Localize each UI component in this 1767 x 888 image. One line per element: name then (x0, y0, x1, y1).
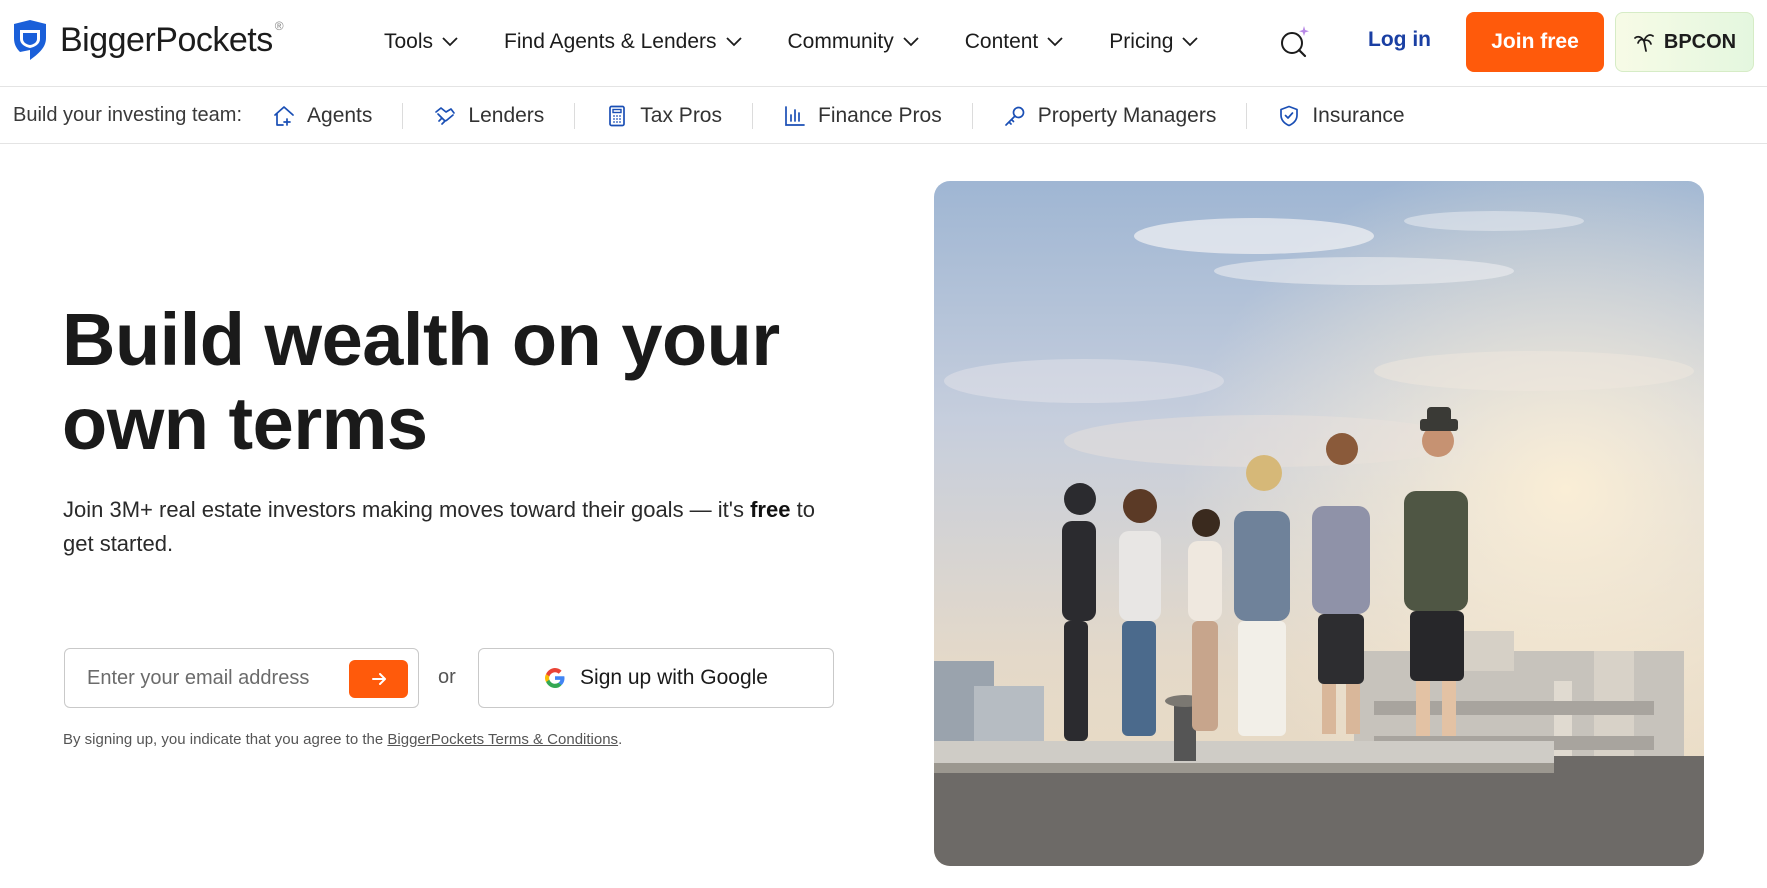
brand-logo[interactable]: BiggerPockets ® (12, 19, 284, 60)
google-signup-button[interactable]: Sign up with Google (478, 648, 834, 708)
nav-tools-label: Tools (384, 30, 434, 53)
or-separator: or (438, 666, 456, 688)
bpcon-button[interactable]: BPCON (1615, 12, 1754, 72)
top-navigation: BiggerPockets ® Tools Find Agents & Lend… (0, 0, 1767, 87)
hero-photo (934, 181, 1704, 866)
team-item-label: Agents (307, 103, 373, 127)
team-item-label: Property Managers (1037, 103, 1217, 127)
shield-check-icon (1280, 105, 1299, 126)
team-item-lenders[interactable]: Lenders (403, 102, 576, 129)
main-menu: Tools Find Agents & Lenders Community Co… (384, 24, 1244, 60)
nav-community-label: Community (787, 30, 894, 53)
team-item-property-managers[interactable]: Property Managers (973, 102, 1248, 129)
terms-text: By signing up, you indicate that you agr… (63, 731, 388, 748)
hero-subtitle-emphasis: free (750, 497, 791, 522)
ai-search-icon[interactable] (1274, 22, 1314, 62)
team-item-label: Tax Pros (640, 103, 722, 127)
nav-pricing-label: Pricing (1109, 30, 1174, 53)
google-icon (545, 668, 565, 688)
registered-mark: ® (274, 19, 284, 33)
investing-team-bar: Build your investing team: Agents Lender… (0, 88, 1767, 144)
nav-content[interactable]: Content (965, 24, 1064, 60)
chevron-down-icon (903, 37, 919, 47)
nav-pricing[interactable]: Pricing (1109, 24, 1199, 60)
calculator-icon (609, 105, 626, 126)
hero-title: Build wealth on your own terms (62, 298, 780, 465)
team-item-label: Insurance (1312, 103, 1405, 127)
palm-tree-icon (1634, 34, 1654, 52)
key-icon (1004, 106, 1025, 126)
house-plus-icon (274, 105, 294, 126)
hero-subtitle-text: Join 3M+ real estate investors making mo… (63, 497, 751, 522)
chevron-down-icon (442, 37, 458, 47)
terms-link[interactable]: BiggerPockets Terms & Conditions (387, 731, 618, 748)
team-item-agents[interactable]: Agents (272, 102, 404, 129)
nav-community[interactable]: Community (788, 24, 919, 60)
terms-end: . (618, 731, 623, 748)
hero-subtitle: Join 3M+ real estate investors making mo… (63, 493, 833, 561)
nav-tools[interactable]: Tools (384, 24, 458, 60)
team-item-insurance[interactable]: Insurance (1247, 103, 1434, 129)
google-signup-label: Sign up with Google (580, 666, 768, 689)
nav-content-label: Content (964, 30, 1039, 53)
team-item-label: Finance Pros (818, 103, 942, 127)
email-submit-button[interactable] (349, 660, 408, 698)
rooftop-group-illustration (934, 181, 1704, 866)
bpcon-label: BPCON (1663, 30, 1737, 53)
arrow-right-icon (371, 673, 386, 685)
email-input[interactable] (87, 666, 337, 690)
chevron-down-icon (725, 37, 742, 47)
team-bar-label: Build your investing team: (13, 104, 243, 126)
nav-find-agents-lenders[interactable]: Find Agents & Lenders (504, 24, 742, 60)
team-item-finance-pros[interactable]: Finance Pros (753, 102, 973, 129)
join-free-button[interactable]: Join free (1466, 12, 1604, 72)
team-item-label: Lenders (468, 103, 545, 127)
chevron-down-icon (1182, 37, 1199, 47)
brand-shield-icon (14, 20, 46, 60)
chevron-down-icon (1047, 37, 1063, 47)
email-signup-form (64, 648, 419, 708)
nav-find-agents-lenders-label: Find Agents & Lenders (504, 30, 717, 53)
handshake-icon (435, 106, 456, 125)
team-item-tax-pros[interactable]: Tax Pros (575, 102, 753, 129)
brand-name: BiggerPockets (60, 20, 273, 59)
login-link[interactable]: Log in (1368, 28, 1431, 52)
bar-chart-icon (785, 105, 805, 126)
terms-notice: By signing up, you indicate that you agr… (63, 731, 622, 748)
